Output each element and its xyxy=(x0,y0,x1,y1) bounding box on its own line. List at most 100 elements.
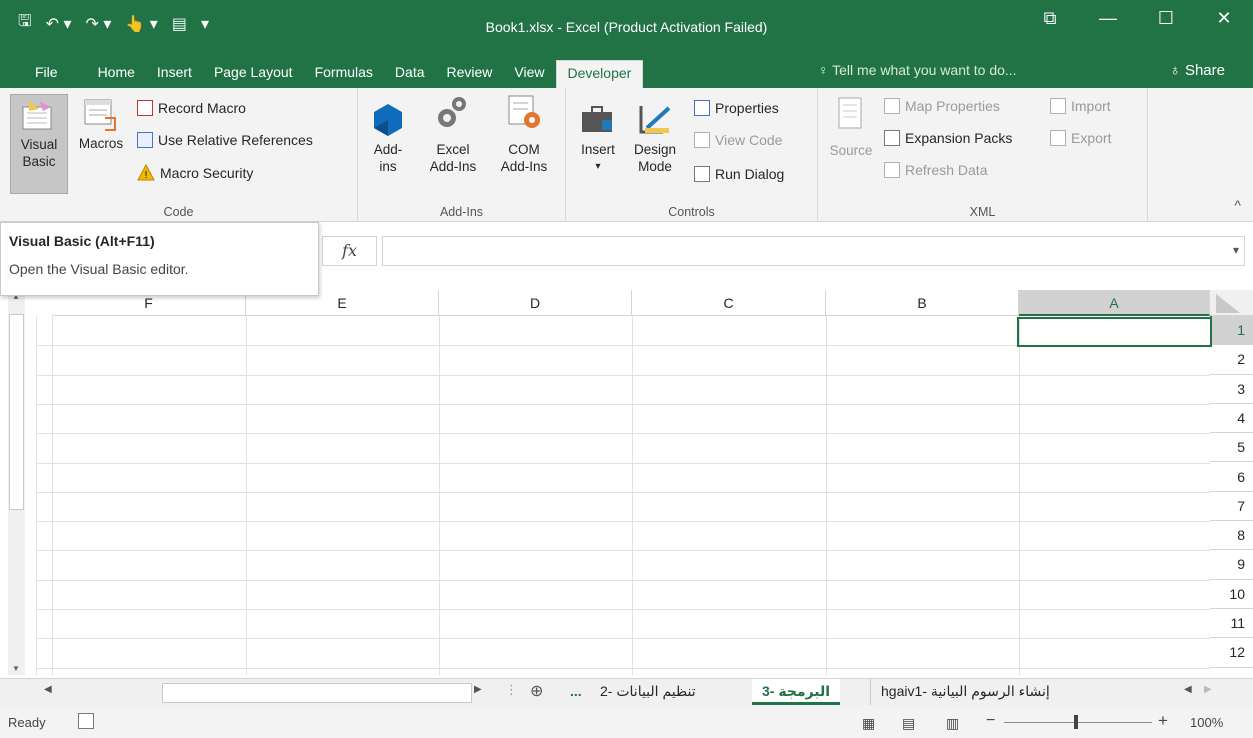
refresh-data-button[interactable]: Refresh Data xyxy=(884,162,987,178)
properties-icon xyxy=(694,100,710,116)
share-button[interactable]: ♁ Share xyxy=(1170,62,1225,79)
vertical-scrollbar[interactable]: ▲ ▼ xyxy=(8,290,25,675)
page-break-view-icon[interactable]: ▥ xyxy=(946,715,959,732)
page-layout-view-icon[interactable]: ▤ xyxy=(902,715,915,732)
import-button[interactable]: Import xyxy=(1050,98,1111,114)
zoom-slider[interactable] xyxy=(1004,722,1152,723)
sheet-tab-charts[interactable]: hgaivإنشاء الرسوم البيانية -1 xyxy=(870,679,1060,705)
tab-review[interactable]: Review xyxy=(436,60,504,88)
status-ready: Ready xyxy=(8,715,46,730)
row-header-1[interactable]: 1 xyxy=(1210,316,1253,346)
properties-button[interactable]: Properties xyxy=(694,100,779,116)
add-sheet-icon[interactable]: ⊕ xyxy=(530,681,543,701)
design-mode-button[interactable]: Design Mode xyxy=(624,102,686,175)
record-macro-button[interactable]: Record Macro xyxy=(137,100,246,116)
tab-insert[interactable]: Insert xyxy=(146,60,203,88)
sheet-tab-more[interactable]: ... xyxy=(560,679,592,705)
zoom-in-button[interactable]: + xyxy=(1158,711,1168,731)
tab-file[interactable]: File xyxy=(24,60,69,88)
row-gridline xyxy=(36,433,1210,435)
view-code-button[interactable]: View Code xyxy=(694,132,782,148)
window-controls: ⧉ — ☐ ✕ xyxy=(1021,8,1253,29)
scroll-right-icon[interactable]: ▶ xyxy=(474,684,482,695)
formula-input[interactable] xyxy=(382,236,1245,266)
macros-button[interactable]: Macros xyxy=(72,96,130,152)
column-header-d[interactable]: D xyxy=(439,290,632,316)
row-header-12[interactable]: 12 xyxy=(1210,638,1253,668)
scroll-left-icon[interactable]: ◀ xyxy=(44,684,52,695)
use-relative-references-label: Use Relative References xyxy=(158,132,313,148)
column-gridline xyxy=(1019,316,1020,675)
worksheet-grid[interactable]: ▲ ▼ F E D C B A 1 2 3 4 5 6 7 8 9 10 11 12 xyxy=(0,290,1253,678)
normal-view-icon[interactable]: ▦ xyxy=(862,715,875,732)
export-button[interactable]: Export xyxy=(1050,130,1111,146)
column-gridline xyxy=(246,316,247,675)
store-hexagon-icon xyxy=(374,104,402,136)
row-header-8[interactable]: 8 xyxy=(1210,521,1253,551)
scroll-down-icon[interactable]: ▼ xyxy=(12,664,20,673)
source-button[interactable]: Source xyxy=(822,96,880,159)
maximize-icon[interactable]: ☐ xyxy=(1137,8,1195,29)
row-header-3[interactable]: 3 xyxy=(1210,374,1253,404)
row-header-10[interactable]: 10 xyxy=(1210,579,1253,609)
row-header-9[interactable]: 9 xyxy=(1210,550,1253,580)
zoom-slider-thumb[interactable] xyxy=(1074,715,1078,729)
column-header-b[interactable]: B xyxy=(826,290,1019,316)
column-gridline xyxy=(826,316,827,675)
macro-recording-icon[interactable] xyxy=(78,713,94,729)
sheet-scroll-left-icon[interactable]: ◀ xyxy=(1184,684,1192,695)
map-properties-button[interactable]: Map Properties xyxy=(884,98,1000,114)
sheet-scroll-right-icon[interactable]: ▶ xyxy=(1204,684,1212,695)
tell-me-search[interactable]: ♀ Tell me what you want to do... xyxy=(818,62,1017,78)
row-header-11[interactable]: 11 xyxy=(1210,609,1253,639)
macro-security-button[interactable]: ! Macro Security xyxy=(137,164,253,181)
horizontal-scrollbar[interactable] xyxy=(162,683,472,703)
use-relative-references-button[interactable]: Use Relative References xyxy=(137,132,313,148)
vertical-scroll-thumb[interactable] xyxy=(9,314,24,510)
row-header-2[interactable]: 2 xyxy=(1210,345,1253,375)
tab-data[interactable]: Data xyxy=(384,60,436,88)
gears-icon xyxy=(438,97,466,127)
add-ins-button[interactable]: Add- ins xyxy=(366,102,410,175)
tab-page-layout[interactable]: Page Layout xyxy=(203,60,304,88)
zoom-out-button[interactable]: − xyxy=(986,712,995,730)
row-gridline xyxy=(36,638,1210,640)
tooltip-title: Visual Basic (Alt+F11) xyxy=(9,233,155,249)
tab-developer[interactable]: Developer xyxy=(555,60,644,88)
run-dialog-button[interactable]: Run Dialog xyxy=(694,166,784,182)
tab-view[interactable]: View xyxy=(503,60,555,88)
row-header-4[interactable]: 4 xyxy=(1210,403,1253,434)
map-properties-icon xyxy=(884,98,900,114)
ribbon-display-options-icon[interactable]: ⧉ xyxy=(1021,8,1079,29)
visual-basic-label-2: Basic xyxy=(22,154,56,169)
tab-home[interactable]: Home xyxy=(87,60,146,88)
minimize-icon[interactable]: — xyxy=(1079,8,1137,29)
active-cell-a1[interactable] xyxy=(1017,317,1212,347)
insert-control-button[interactable]: Insert ▾ xyxy=(574,102,622,175)
column-header-a[interactable]: A xyxy=(1019,290,1210,316)
expansion-packs-button[interactable]: Expansion Packs xyxy=(884,130,1012,146)
com-add-ins-button[interactable]: COM Add-Ins xyxy=(490,94,558,175)
insert-function-icon[interactable]: fx xyxy=(322,236,377,266)
collapse-ribbon-icon[interactable]: ^ xyxy=(1234,197,1241,213)
row-header-6[interactable]: 6 xyxy=(1210,462,1253,492)
select-all-triangle-icon xyxy=(1216,294,1240,313)
visual-basic-button[interactable]: Visual Basic xyxy=(10,94,68,194)
close-icon[interactable]: ✕ xyxy=(1195,8,1253,29)
excel-add-ins-button[interactable]: Excel Add-Ins xyxy=(420,94,486,175)
macros-label: Macros xyxy=(78,136,124,151)
import-label: Import xyxy=(1071,98,1111,114)
visual-basic-label-1: Visual xyxy=(20,137,58,152)
row-header-7[interactable]: 7 xyxy=(1210,491,1253,522)
zoom-level[interactable]: 100% xyxy=(1190,715,1223,730)
com-add-ins-label-1: COM xyxy=(508,142,540,157)
select-all-corner[interactable] xyxy=(1210,290,1253,316)
sheet-tab-data-organization[interactable]: تنظيم البيانات -2 xyxy=(590,679,706,705)
column-header-c[interactable]: C xyxy=(632,290,826,316)
add-ins-label-2: ins xyxy=(379,159,397,174)
expand-formula-bar-icon[interactable]: ▾ xyxy=(1233,243,1239,257)
sheet-tab-programming[interactable]: البرمجة -3 xyxy=(752,679,841,705)
tab-split-handle[interactable]: ⋮ xyxy=(505,682,518,698)
row-header-5[interactable]: 5 xyxy=(1210,433,1253,463)
tab-formulas[interactable]: Formulas xyxy=(304,60,384,88)
